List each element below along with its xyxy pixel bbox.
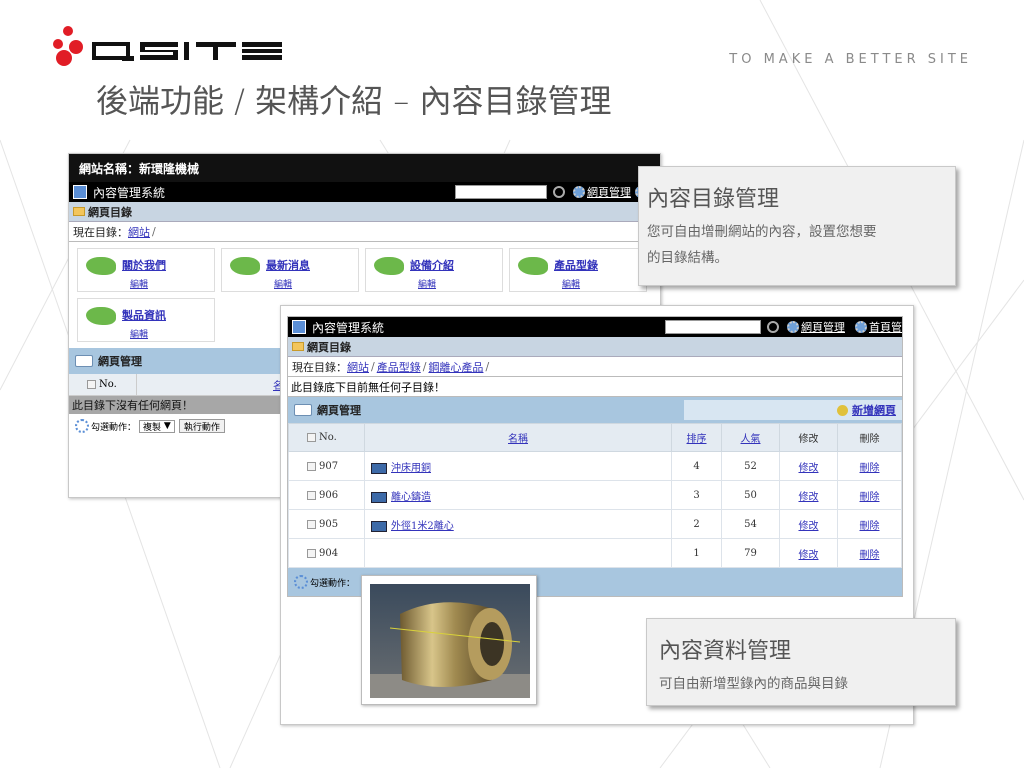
breadcrumb-site-link[interactable]: 網站 — [128, 224, 150, 240]
gear-icon — [573, 186, 585, 198]
folder-icon — [292, 342, 304, 351]
dir-tile[interactable]: 設備介紹 編輯 — [365, 248, 503, 292]
page-management-header: 網頁管理 新增網頁 — [288, 397, 902, 423]
folder-leaf-icon — [86, 257, 116, 275]
gear-icon — [75, 419, 89, 433]
folder-leaf-icon — [230, 257, 260, 275]
column-views-sort[interactable]: 人氣 — [741, 434, 761, 445]
table-header-row: No. 名稱 排序 人氣 修改 刪除 — [288, 423, 902, 452]
breadcrumb: 現在目錄： 網站 / — [69, 222, 660, 242]
cms-toolbar: 內容管理系統 網頁管理 首 — [69, 182, 660, 202]
execute-action-button[interactable]: 執行動作 — [178, 419, 225, 433]
dir-tile[interactable]: 製品資訊 編輯 — [77, 298, 215, 342]
table-row: 904 1 79 修改 刪除 — [288, 538, 902, 568]
breadcrumb-site-link[interactable]: 網站 — [347, 359, 369, 375]
delete-link[interactable]: 刪除 — [860, 492, 880, 503]
edit-link[interactable]: 修改 — [799, 550, 819, 561]
content-management-callout: 內容資料管理 可自由新增型錄內的商品與目錄 — [646, 618, 956, 706]
delete-link[interactable]: 刪除 — [860, 521, 880, 532]
site-name: 網站名稱：新環隆機械 — [69, 154, 660, 182]
row-checkbox[interactable] — [307, 519, 316, 529]
folder-icon — [75, 355, 93, 367]
callout-description: 可自由新增型錄內的商品與目錄 — [659, 676, 848, 692]
product-image-preview — [361, 575, 537, 705]
home-link[interactable]: 首頁管 — [869, 319, 902, 335]
edit-icon — [73, 185, 87, 199]
breadcrumb: 現在目錄： 網站 / 產品型錄 / 鋼離心產品 / — [288, 357, 902, 377]
select-all-checkbox[interactable] — [87, 380, 96, 389]
edit-icon — [292, 320, 306, 334]
web-management-link[interactable]: 網頁管理 — [587, 184, 631, 200]
breadcrumb-catalog-link[interactable]: 產品型錄 — [377, 359, 421, 375]
row-checkbox[interactable] — [307, 461, 316, 471]
pages-table: No. 名稱 排序 人氣 修改 刪除 907 沖床用銅 4 52 修改 刪除 9… — [288, 423, 902, 568]
directory-management-callout: 內容目錄管理 您可自由增刪網站的內容，設置您想要 的目錄結構。 — [638, 166, 956, 286]
table-row: 907 沖床用銅 4 52 修改 刪除 — [288, 451, 902, 481]
cms-toolbar: 內容管理系統 網頁管理 首頁管 — [288, 317, 902, 337]
directory-section-header: 網頁目錄 — [288, 337, 902, 357]
column-order-sort[interactable]: 排序 — [687, 434, 707, 445]
directory-section-header: 網頁目錄 — [69, 202, 660, 222]
table-row: 906 離心鑄造 3 50 修改 刪除 — [288, 480, 902, 510]
callout-title: 內容目錄管理 — [647, 187, 780, 212]
folder-leaf-icon — [518, 257, 548, 275]
search-icon[interactable] — [767, 321, 779, 333]
page-name-link[interactable]: 離心鑄造 — [391, 492, 431, 503]
dir-tile[interactable]: 最新消息 編輯 — [221, 248, 359, 292]
system-title: 內容管理系統 — [93, 185, 166, 200]
gear-icon — [294, 575, 308, 589]
add-page-icon — [837, 404, 848, 416]
folder-icon — [294, 404, 312, 416]
slide-title: 後端功能 / 架構介紹 – 內容目錄管理 — [96, 82, 612, 120]
page-name-link[interactable]: 沖床用銅 — [391, 463, 431, 474]
edit-link[interactable]: 修改 — [799, 521, 819, 532]
gear-icon — [787, 321, 799, 333]
edit-link[interactable]: 修改 — [799, 492, 819, 503]
table-row: 905 外徑1米2離心 2 54 修改 刪除 — [288, 509, 902, 539]
dir-tile[interactable]: 產品型錄 編輯 — [509, 248, 647, 292]
breadcrumb-product-link[interactable]: 鋼離心產品 — [428, 359, 483, 375]
search-input[interactable] — [455, 185, 547, 199]
brass-bushing-image — [370, 584, 530, 698]
delete-link[interactable]: 刪除 — [860, 550, 880, 561]
search-icon[interactable] — [553, 186, 565, 198]
delete-link[interactable]: 刪除 — [860, 463, 880, 474]
image-thumbnail-icon — [371, 491, 387, 503]
callout-title: 內容資料管理 — [659, 639, 792, 664]
dir-tile[interactable]: 關於我們 編輯 — [77, 248, 215, 292]
no-subdir-message: 此目錄底下目前無任何子目錄！ — [288, 377, 902, 397]
page-name-link[interactable]: 外徑1米2離心 — [391, 521, 454, 532]
search-input[interactable] — [665, 320, 761, 334]
select-all-checkbox[interactable] — [307, 433, 316, 442]
image-thumbnail-icon — [371, 462, 387, 474]
column-name-sort[interactable]: 名稱 — [508, 434, 528, 445]
edit-link[interactable]: 修改 — [799, 463, 819, 474]
system-title: 內容管理系統 — [312, 320, 385, 335]
gear-icon — [855, 321, 867, 333]
image-thumbnail-icon — [371, 520, 387, 532]
action-select[interactable]: 複製 ▼ — [139, 419, 175, 433]
row-checkbox[interactable] — [307, 490, 316, 500]
web-management-link[interactable]: 網頁管理 — [801, 319, 845, 335]
qsite-logo — [53, 26, 282, 66]
row-checkbox[interactable] — [307, 548, 316, 558]
folder-icon — [73, 207, 85, 216]
folder-leaf-icon — [86, 307, 116, 325]
folder-leaf-icon — [374, 257, 404, 275]
callout-description: 您可自由增刪網站的內容，設置您想要 的目錄結構。 — [647, 224, 877, 266]
add-page-link[interactable]: 新增網頁 — [852, 402, 896, 418]
slogan: TO MAKE A BETTER SITE — [729, 52, 972, 67]
